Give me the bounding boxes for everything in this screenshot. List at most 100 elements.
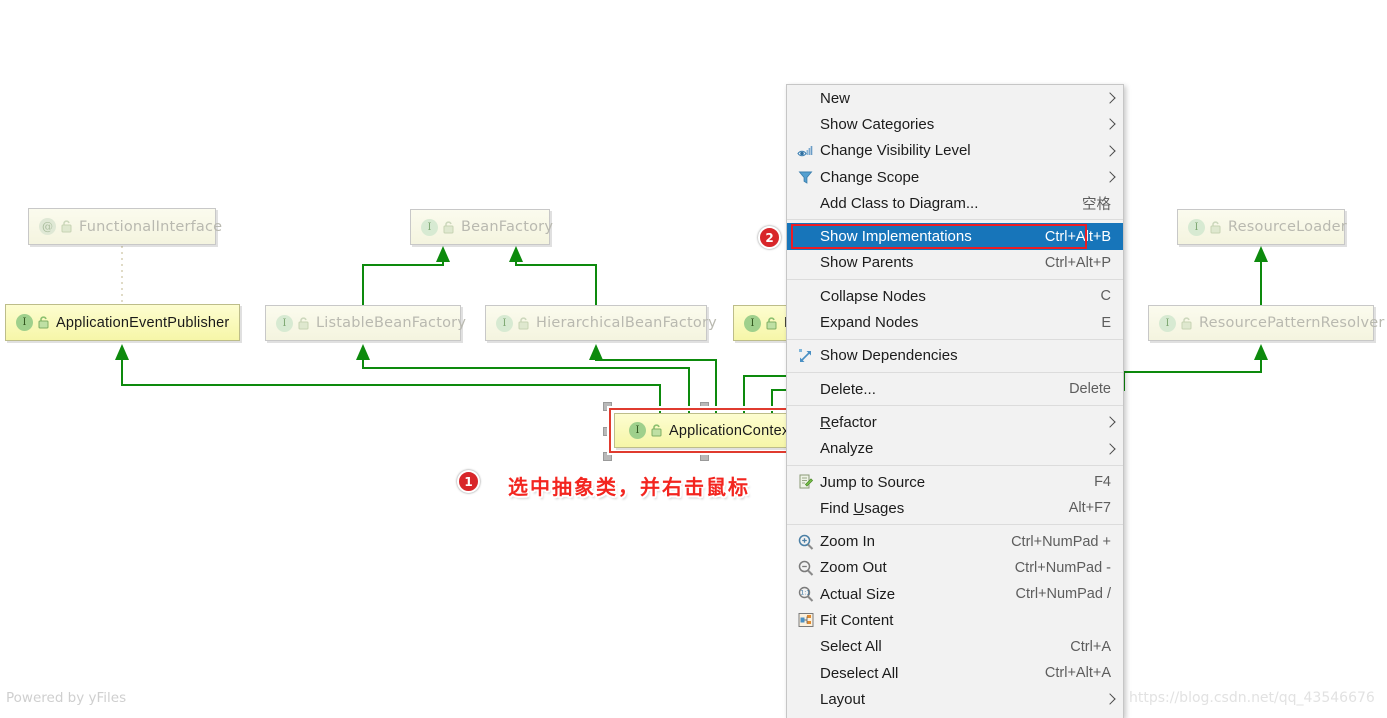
menu-item-shortcut: Ctrl+A [1070, 638, 1111, 655]
menu-item-label: Analyze [820, 440, 874, 458]
menu-item-collapse-nodes[interactable]: Collapse Nodes C [787, 283, 1123, 309]
menu-item-layout[interactable]: Layout [787, 686, 1123, 712]
blank-icon [795, 413, 816, 431]
menu-item-shortcut: 空格 [1082, 196, 1111, 213]
menu-item-shortcut: E [1101, 314, 1111, 331]
menu-item-delete[interactable]: Delete... Delete [787, 376, 1123, 402]
menu-separator [787, 338, 1123, 340]
menu-item-shortcut: Ctrl+NumPad / [1015, 586, 1112, 603]
context-menu[interactable]: New Show Categories Change Visibility Le… [786, 84, 1124, 718]
menu-item-label: New [820, 89, 851, 107]
class-diagram-canvas[interactable]: @ FunctionalInterface I BeanFactory I Re… [0, 0, 1387, 718]
menu-item-label: Change Scope [820, 168, 920, 186]
menu-separator [787, 524, 1123, 526]
menu-item-shortcut: C [1100, 288, 1111, 305]
menu-item-fit-content[interactable]: Fit Content [787, 607, 1123, 633]
lock-icon [37, 315, 50, 330]
menu-separator [787, 464, 1123, 466]
node-functional-interface[interactable]: @ FunctionalInterface [28, 208, 222, 245]
node-label: BeanFactory [461, 219, 554, 235]
menu-item-show-implementations[interactable]: Show Implementations Ctrl+Alt+B [787, 223, 1123, 250]
menu-item-find-usages[interactable]: Find Usages Alt+F7 [787, 495, 1123, 521]
blank-icon [795, 380, 816, 398]
lock-icon [765, 316, 778, 331]
menu-item-show-dependencies[interactable]: Show Dependencies [787, 343, 1123, 369]
menu-item-refactor[interactable]: Refactor [787, 409, 1123, 435]
menu-separator [787, 219, 1123, 221]
blank-icon [795, 228, 816, 246]
node-listable-bean-factory[interactable]: I ListableBeanFactory [265, 305, 466, 341]
menu-item-label: Select All [820, 638, 882, 656]
menu-item-label: Show Implementations [820, 228, 972, 246]
node-hierarchical-bean-factory[interactable]: I HierarchicalBeanFactory [485, 305, 717, 341]
node-label: HierarchicalBeanFactory [536, 315, 717, 331]
menu-item-zoom-in[interactable]: Zoom In Ctrl+NumPad + [787, 528, 1123, 554]
menu-separator [787, 279, 1123, 281]
blank-icon [795, 664, 816, 682]
interface-icon: I [16, 314, 33, 331]
blank-icon [795, 314, 816, 332]
inheritance-edges [115, 246, 1268, 413]
node-application-event-publisher[interactable]: I ApplicationEventPublisher [5, 304, 240, 341]
blank-icon [795, 638, 816, 656]
menu-item-actual-size[interactable]: 1:1 Actual Size Ctrl+NumPad / [787, 581, 1123, 607]
menu-item-deselect-all[interactable]: Deselect All Ctrl+Alt+A [787, 660, 1123, 686]
menu-item-label: Add Class to Diagram... [820, 194, 979, 212]
menu-item-shortcut: Delete [1069, 381, 1111, 398]
menu-item-expand-nodes[interactable]: Expand Nodes E [787, 309, 1123, 335]
menu-item-jump-to-source[interactable]: Jump to Source F4 [787, 469, 1123, 495]
lock-icon [442, 220, 455, 235]
menu-item-label: Find Usages [820, 499, 905, 517]
menu-item-select-all[interactable]: Select All Ctrl+A [787, 634, 1123, 660]
blank-icon [795, 287, 816, 305]
zoom-out-icon [795, 559, 816, 577]
menu-item-label: Zoom Out [820, 559, 887, 577]
interface-icon: I [496, 314, 513, 332]
menu-item-label: Layout [820, 690, 866, 708]
blank-icon [795, 440, 816, 458]
menu-item-shortcut: Ctrl+NumPad - [1014, 559, 1111, 576]
menu-item-label: Show Parents [820, 254, 914, 272]
menu-item-change-visibility-level[interactable]: Change Visibility Level [787, 138, 1123, 164]
menu-item-label: Zoom In [820, 533, 876, 551]
node-label: ApplicationEventPublisher [56, 314, 230, 331]
menu-item-shortcut: Alt+F7 [1068, 500, 1111, 517]
node-label: ResourcePatternResolver [1199, 315, 1385, 331]
menu-item-analyze[interactable]: Analyze [787, 436, 1123, 462]
menu-item-change-scope[interactable]: Change Scope [787, 164, 1123, 190]
interface-icon: I [421, 218, 438, 236]
lock-icon [297, 316, 310, 331]
diagram-screen: @ FunctionalInterface I BeanFactory I Re… [0, 0, 1387, 718]
menu-item-label: Refactor [820, 413, 877, 431]
node-label: ResourceLoader [1228, 219, 1347, 235]
lock-icon [1209, 220, 1222, 235]
menu-item-label: Delete... [820, 380, 876, 398]
visibility-icon [795, 142, 816, 160]
node-label: FunctionalInterface [79, 218, 223, 235]
menu-item-show-categories[interactable]: Show Categories [787, 111, 1123, 137]
menu-item-label: Change Visibility Level [820, 142, 971, 160]
node-resource-loader[interactable]: I ResourceLoader [1177, 209, 1347, 245]
menu-item-add-class-to-diagram[interactable]: Add Class to Diagram... 空格 [787, 190, 1123, 216]
actual-size-icon: 1:1 [795, 585, 816, 603]
node-resource-pattern-resolver[interactable]: I ResourcePatternResolver [1148, 305, 1384, 341]
step-1-note: 选中抽象类，并右击鼠标 [508, 475, 750, 499]
menu-item-zoom-out[interactable]: Zoom Out Ctrl+NumPad - [787, 555, 1123, 581]
blank-icon [795, 690, 816, 708]
menu-item-new[interactable]: New [787, 85, 1123, 111]
menu-item-show-parents[interactable]: Show Parents Ctrl+Alt+P [787, 250, 1123, 276]
annotation-icon: @ [39, 218, 56, 235]
step-2-badge: 2 [758, 226, 781, 249]
menu-item-apply-current-layout[interactable]: Apply Current Layout F5 [787, 713, 1123, 718]
fit-content-icon [795, 611, 816, 629]
menu-item-shortcut: Ctrl+Alt+A [1044, 665, 1111, 682]
zoom-in-icon [795, 533, 816, 551]
selection-handle[interactable] [700, 452, 709, 461]
blog-watermark: https://blog.csdn.net/qq_43546676 [1129, 690, 1375, 706]
selection-handle[interactable] [603, 452, 612, 461]
menu-item-label: Expand Nodes [820, 314, 919, 332]
lock-icon [517, 316, 530, 331]
dependencies-icon [795, 347, 816, 365]
node-bean-factory[interactable]: I BeanFactory [410, 209, 554, 245]
menu-item-label: Jump to Source [820, 473, 926, 491]
